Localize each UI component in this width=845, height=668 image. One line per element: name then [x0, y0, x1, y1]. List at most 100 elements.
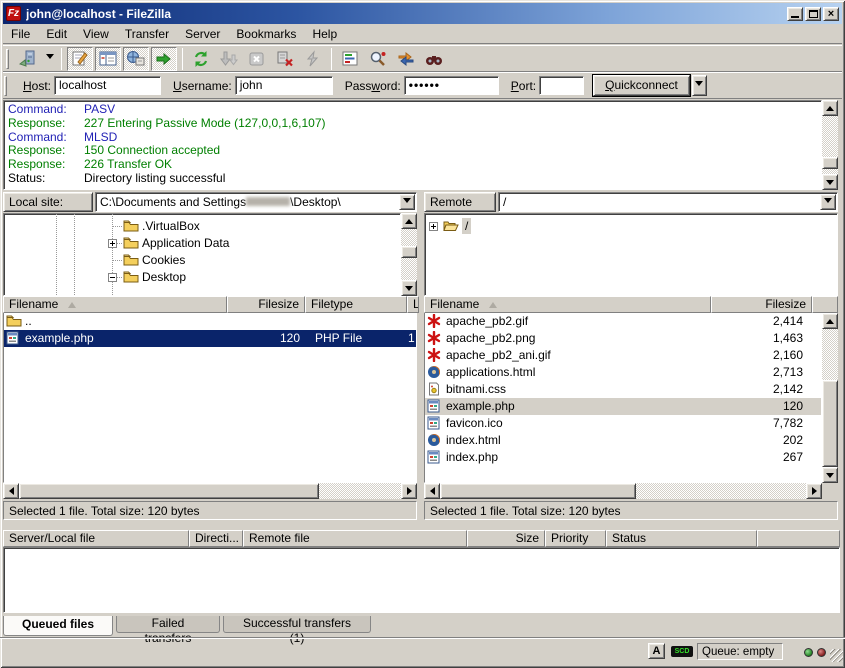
tab-failed-transfers[interactable]: Failed transfers — [116, 616, 220, 633]
maximize-button[interactable] — [805, 7, 821, 21]
site-manager-button[interactable] — [15, 47, 41, 71]
column-header-filename[interactable]: Filename — [3, 296, 227, 313]
queue-column-size[interactable]: Size — [467, 530, 545, 547]
local-site-combo[interactable]: C:\Documents and Settings\Desktop\ — [95, 192, 417, 212]
scroll-down-button[interactable] — [822, 467, 838, 483]
process-queue-button[interactable] — [216, 47, 242, 71]
tree-item-label[interactable]: Desktop — [139, 269, 189, 285]
cancel-button[interactable] — [244, 47, 270, 71]
file-row[interactable]: apache_pb2.gif2,414 — [425, 313, 821, 330]
quickconnect-dropdown-button[interactable] — [692, 75, 707, 96]
queue-column-server-local-file[interactable]: Server/Local file — [3, 530, 189, 547]
site-manager-dropdown-button[interactable] — [43, 48, 56, 70]
file-row[interactable]: index.php267 — [425, 449, 821, 466]
column-header-filename[interactable]: Filename — [424, 296, 711, 313]
local-list-hscrollbar[interactable] — [3, 483, 417, 499]
disconnect-button[interactable] — [272, 47, 298, 71]
directory-comparison-button[interactable] — [365, 47, 391, 71]
local-tree-scrollbar[interactable] — [401, 213, 417, 296]
toggle-transfer-queue-button[interactable] — [151, 47, 177, 71]
expand-plus-icon[interactable] — [429, 222, 438, 231]
log-scrollbar[interactable] — [822, 100, 838, 190]
file-row[interactable]: index.html202 — [425, 432, 821, 449]
file-row[interactable]: favicon.ico7,782 — [425, 415, 821, 432]
tree-item[interactable]: Application Data — [4, 235, 400, 252]
remote-combo-dropdown[interactable] — [820, 194, 836, 210]
queue-body[interactable] — [3, 547, 840, 613]
column-header-l[interactable]: L — [407, 296, 419, 313]
remote-file-list[interactable]: apache_pb2.gif2,414apache_pb2.png1,463ap… — [424, 313, 822, 483]
scrollbar-thumb[interactable] — [440, 483, 636, 499]
toolbar-grip[interactable] — [6, 49, 9, 69]
resize-grip[interactable] — [830, 649, 843, 662]
port-input[interactable] — [539, 76, 584, 95]
tree-item-label[interactable]: .VirtualBox — [139, 218, 203, 234]
menu-bookmarks[interactable]: Bookmarks — [228, 25, 304, 44]
column-header-filesize[interactable]: Filesize — [711, 296, 812, 313]
menu-view[interactable]: View — [75, 25, 117, 44]
scroll-up-button[interactable] — [401, 213, 417, 229]
local-file-list[interactable]: ..example.php120PHP File1 — [3, 313, 417, 483]
queue-column-remote-file[interactable]: Remote file — [243, 530, 467, 547]
tab-successful-transfers-1-[interactable]: Successful transfers (1) — [223, 616, 371, 633]
scroll-left-button[interactable] — [424, 483, 440, 499]
expand-plus-icon[interactable] — [108, 239, 117, 248]
local-combo-dropdown[interactable] — [399, 194, 415, 210]
tree-item-label[interactable]: Application Data — [139, 235, 232, 251]
host-input[interactable]: localhost — [54, 76, 161, 95]
remote-list-scrollbar[interactable] — [822, 313, 838, 483]
file-row[interactable]: bitnami.css2,142 — [425, 381, 821, 398]
file-row[interactable]: apache_pb2_ani.gif2,160 — [425, 347, 821, 364]
scrollbar-thumb[interactable] — [19, 483, 319, 499]
queue-column-priority[interactable]: Priority — [545, 530, 606, 547]
tree-item[interactable]: .VirtualBox — [4, 218, 400, 235]
tree-item[interactable]: Cookies — [4, 252, 400, 269]
scroll-up-button[interactable] — [822, 313, 838, 329]
scroll-up-button[interactable] — [822, 100, 838, 116]
local-directory-tree[interactable]: .VirtualBoxApplication DataCookiesDeskto… — [3, 213, 401, 296]
file-row[interactable]: example.php120 — [425, 398, 821, 415]
tree-item-label[interactable]: / — [462, 218, 471, 234]
menu-transfer[interactable]: Transfer — [117, 25, 177, 44]
scroll-down-button[interactable] — [401, 280, 417, 296]
filter-button[interactable] — [337, 47, 363, 71]
file-row[interactable]: applications.html2,713 — [425, 364, 821, 381]
password-input[interactable]: •••••• — [404, 76, 499, 95]
file-row[interactable]: example.php120PHP File1 — [4, 330, 416, 347]
transfer-type-indicator[interactable]: A — [648, 643, 665, 659]
column-header-filetype[interactable]: Filetype — [305, 296, 407, 313]
scrollbar-thumb[interactable] — [822, 157, 838, 169]
speed-limit-badge[interactable]: SCD — [671, 646, 693, 657]
scroll-left-button[interactable] — [3, 483, 19, 499]
find-files-button[interactable] — [421, 47, 447, 71]
title-bar[interactable]: Fz john@localhost - FileZilla × — [3, 3, 842, 24]
tree-item[interactable]: Desktop — [4, 269, 400, 286]
queue-column-directi-[interactable]: Directi... — [189, 530, 243, 547]
username-input[interactable]: john — [235, 76, 333, 95]
column-header-filesize[interactable]: Filesize — [227, 296, 305, 313]
close-button[interactable]: × — [823, 7, 839, 21]
tree-item-label[interactable]: Cookies — [139, 252, 188, 268]
scroll-down-button[interactable] — [822, 174, 838, 190]
quickconnect-grip[interactable] — [4, 76, 7, 96]
menu-file[interactable]: File — [3, 25, 38, 44]
collapse-minus-icon[interactable] — [108, 273, 117, 282]
toggle-local-tree-button[interactable] — [95, 47, 121, 71]
tab-queued-files[interactable]: Queued files — [3, 616, 113, 636]
remote-list-hscrollbar[interactable] — [424, 483, 822, 499]
synchronized-browsing-button[interactable] — [393, 47, 419, 71]
minimize-button[interactable] — [787, 7, 803, 21]
refresh-button[interactable] — [188, 47, 214, 71]
file-row[interactable]: .. — [4, 313, 416, 330]
remote-directory-tree[interactable]: / — [424, 213, 838, 296]
queue-column-status[interactable]: Status — [606, 530, 757, 547]
menu-server[interactable]: Server — [177, 25, 228, 44]
scroll-right-button[interactable] — [401, 483, 417, 499]
file-row[interactable]: apache_pb2.png1,463 — [425, 330, 821, 347]
menu-edit[interactable]: Edit — [38, 25, 75, 44]
scrollbar-thumb[interactable] — [822, 380, 838, 467]
reconnect-button[interactable] — [300, 47, 326, 71]
quickconnect-button[interactable]: Quickconnect — [593, 75, 690, 96]
remote-site-combo[interactable]: / — [498, 192, 838, 212]
menu-help[interactable]: Help — [304, 25, 345, 44]
